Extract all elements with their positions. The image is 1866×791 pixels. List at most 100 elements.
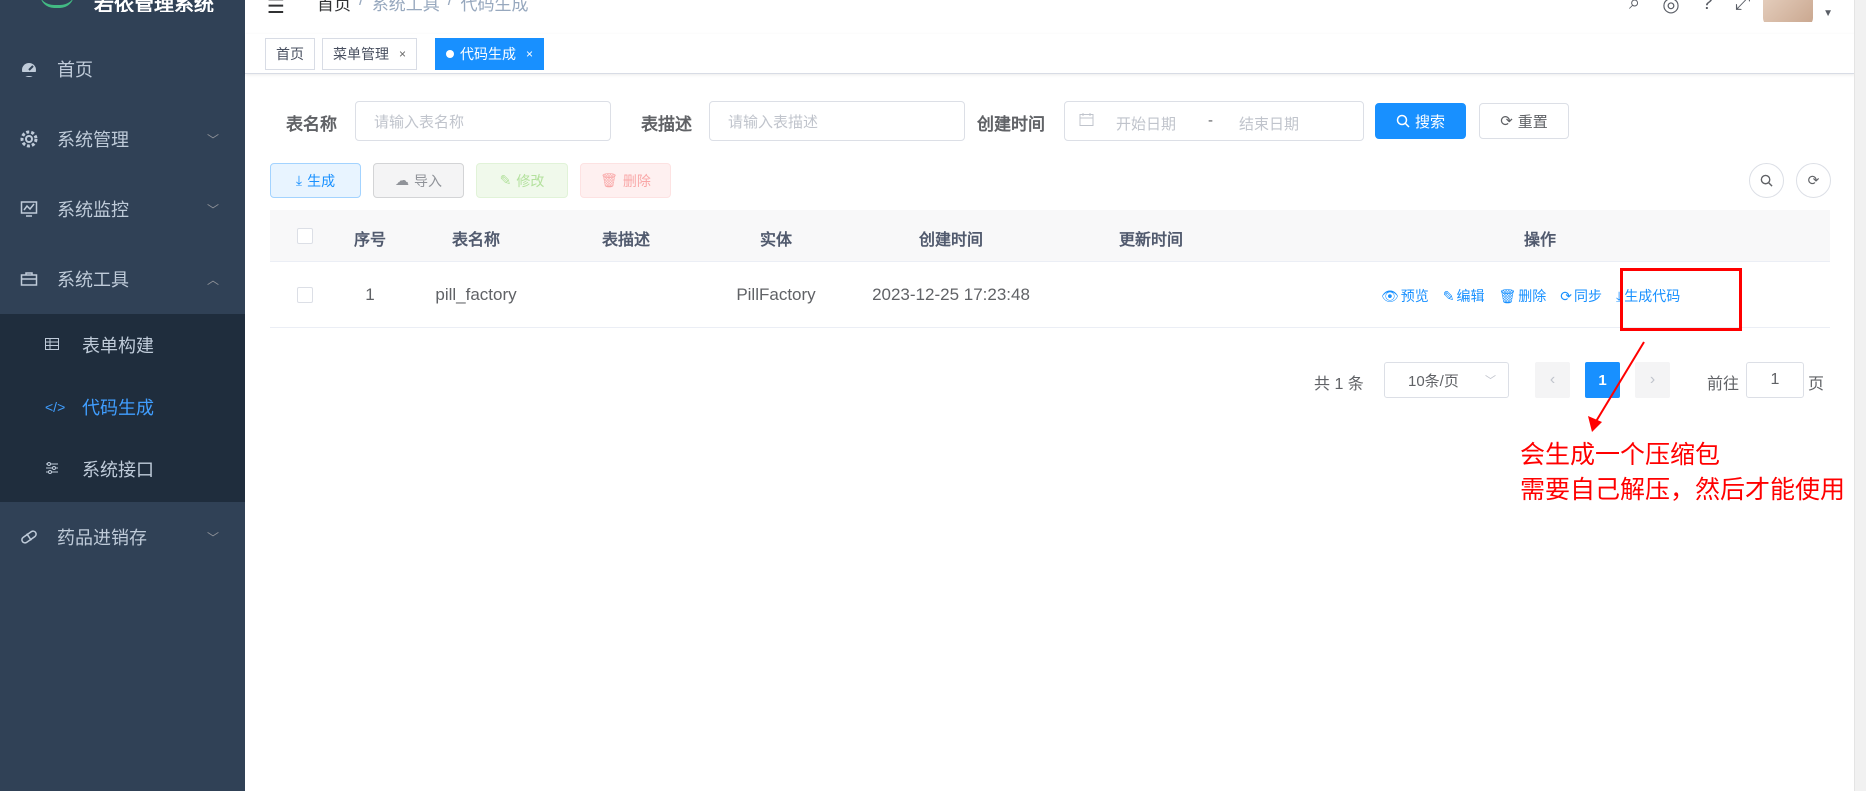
reset-button-label: 重置 (1517, 113, 1548, 131)
sidebar-item-code-gen[interactable]: </> 代码生成 (0, 376, 245, 438)
action-label: 预览 (1400, 288, 1429, 304)
tag-menu-management[interactable]: 菜单管理 × (322, 38, 418, 70)
table-desc-label: 表描述 (641, 115, 692, 134)
date-range-picker[interactable]: 开始日期 - 结束日期 (1064, 101, 1364, 141)
tag-label: 菜单管理 (333, 46, 389, 62)
sidebar-item-label: 表单构建 (82, 336, 154, 356)
row-checkbox[interactable] (297, 287, 313, 303)
generate-button-label: 生成 (307, 172, 336, 189)
table-row: 1 pill_factory PillFactory 2023-12-25 17… (270, 262, 1830, 328)
gear-icon (20, 130, 38, 148)
edit-button[interactable]: ✎ 修改 (476, 163, 568, 198)
start-date-input[interactable]: 开始日期 (1116, 113, 1176, 134)
edit-icon: ✎ (1442, 287, 1455, 304)
preview-link[interactable]: 👁 预览 (1381, 286, 1429, 306)
delete-link[interactable]: 🗑 删除 (1499, 286, 1547, 306)
breadcrumb-item[interactable]: 首页 (317, 0, 351, 15)
toggle-search-button[interactable] (1749, 163, 1784, 198)
github-icon[interactable]: ◎ (1662, 0, 1679, 17)
download-icon: ⤓ (295, 172, 303, 188)
goto-unit: 页 (1808, 376, 1825, 393)
column-header: 创建时间 (918, 232, 984, 249)
action-label: 编辑 (1456, 288, 1485, 304)
trash-icon: 🗑 (600, 172, 618, 188)
tag-label: 首页 (276, 46, 304, 62)
sidebar-item-system-api[interactable]: 系统接口 (0, 438, 245, 500)
action-label: 同步 (1574, 288, 1603, 304)
chevron-down-icon: ﹀ (206, 530, 219, 545)
chevron-left-icon: ‹ (1549, 371, 1556, 388)
search-icon (1396, 114, 1410, 128)
action-label: 删除 (1518, 288, 1547, 304)
goto-page-input[interactable]: 1 (1746, 362, 1804, 398)
app-root: 若依管理系统 首页 系统管理 ﹀ 系统监控 ﹀ 系统工具 ︿ 表单构建 </> … (0, 0, 1866, 791)
close-icon[interactable]: × (399, 47, 406, 61)
cell-table-name: pill_factory (435, 285, 517, 304)
table-desc-input[interactable]: 请输入表描述 (709, 101, 965, 141)
sidebar-item-home[interactable]: 首页 (0, 34, 245, 104)
search-button[interactable]: 搜索 (1375, 103, 1466, 139)
submenu-system-tools: 表单构建 </> 代码生成 系统接口 (0, 314, 245, 502)
toolbox-icon (20, 270, 38, 288)
refresh-table-button[interactable]: ⟳ (1796, 163, 1831, 198)
search-icon[interactable]: ⌕ (1629, 0, 1640, 17)
delete-button-label: 删除 (622, 172, 651, 189)
close-icon[interactable]: × (526, 47, 533, 61)
avatar[interactable] (1763, 0, 1813, 22)
sidebar-item-label: 药品进销存 (57, 528, 147, 548)
column-header: 序号 (353, 232, 387, 249)
column-header: 表名称 (451, 232, 501, 249)
annotation-line: 会生成一个压缩包 (1520, 441, 1721, 469)
fullscreen-icon[interactable]: ⤢ (1735, 0, 1751, 17)
end-date-input[interactable]: 结束日期 (1239, 113, 1299, 134)
refresh-icon: ⟳ (1560, 287, 1573, 304)
page-size-select[interactable]: 10条/页 ﹀ (1384, 362, 1509, 398)
column-header: 更新时间 (1118, 232, 1184, 249)
select-all-checkbox[interactable] (297, 228, 313, 244)
cell-create-time: 2023-12-25 17:23:48 (872, 285, 1030, 304)
column-header: 实体 (759, 232, 793, 249)
breadcrumb-item: 代码生成 (460, 0, 529, 14)
search-button-label: 搜索 (1414, 113, 1445, 131)
create-time-label: 创建时间 (977, 115, 1045, 134)
tag-code-gen[interactable]: 代码生成 × (435, 38, 545, 70)
delete-button[interactable]: 🗑 删除 (580, 163, 671, 198)
logo[interactable]: 若依管理系统 (0, 0, 245, 12)
prev-page-button[interactable]: ‹ (1535, 362, 1570, 398)
sidebar-item-system-monitor[interactable]: 系统监控 ﹀ (0, 174, 245, 244)
help-icon[interactable]: ? (1702, 0, 1713, 17)
hamburger-icon[interactable]: ☰ (267, 0, 285, 19)
import-button[interactable]: ☁ 导入 (373, 163, 464, 198)
pagination-total: 共 1 条 (1314, 376, 1364, 393)
edit-link[interactable]: ✎ 编辑 (1443, 286, 1485, 306)
table-name-input[interactable]: 请输入表名称 (355, 101, 611, 141)
annotation-highlight-box (1620, 268, 1742, 331)
sidebar-item-pharmacy[interactable]: 药品进销存 ﹀ (0, 502, 245, 572)
tag-home[interactable]: 首页 (265, 38, 315, 70)
cell-index: 1 (365, 285, 375, 304)
page-size-value: 10条/页 (1408, 372, 1459, 390)
generate-button[interactable]: ⤓ 生成 (270, 163, 361, 198)
caret-down-icon[interactable]: ▼ (1823, 8, 1833, 19)
page-scrollbar[interactable] (1854, 0, 1866, 791)
refresh-icon: ⟳ (1500, 113, 1513, 130)
column-header: 操作 (1523, 232, 1557, 249)
pill-icon (20, 528, 38, 546)
sync-link[interactable]: ⟳ 同步 (1560, 286, 1602, 306)
chevron-up-icon: ︿ (206, 272, 219, 287)
sidebar-item-form-builder[interactable]: 表单构建 (0, 314, 245, 376)
logo-icon (40, 0, 74, 8)
sliders-icon (45, 461, 59, 478)
dashboard-icon (20, 60, 38, 78)
sidebar: 若依管理系统 首页 系统管理 ﹀ 系统监控 ﹀ 系统工具 ︿ 表单构建 </> … (0, 0, 245, 791)
sidebar-item-system-management[interactable]: 系统管理 ﹀ (0, 104, 245, 174)
reset-button[interactable]: ⟳ 重置 (1479, 103, 1569, 139)
table-desc-placeholder: 请输入表描述 (728, 113, 819, 131)
import-button-label: 导入 (414, 172, 442, 189)
refresh-icon: ⟳ (1807, 172, 1820, 188)
sidebar-item-system-tools[interactable]: 系统工具 ︿ (0, 244, 245, 314)
sidebar-item-label: 系统监控 (57, 200, 129, 220)
sidebar-item-label: 系统管理 (57, 130, 129, 150)
cell-entity: PillFactory (736, 285, 816, 304)
edit-icon: ✎ (499, 172, 512, 188)
